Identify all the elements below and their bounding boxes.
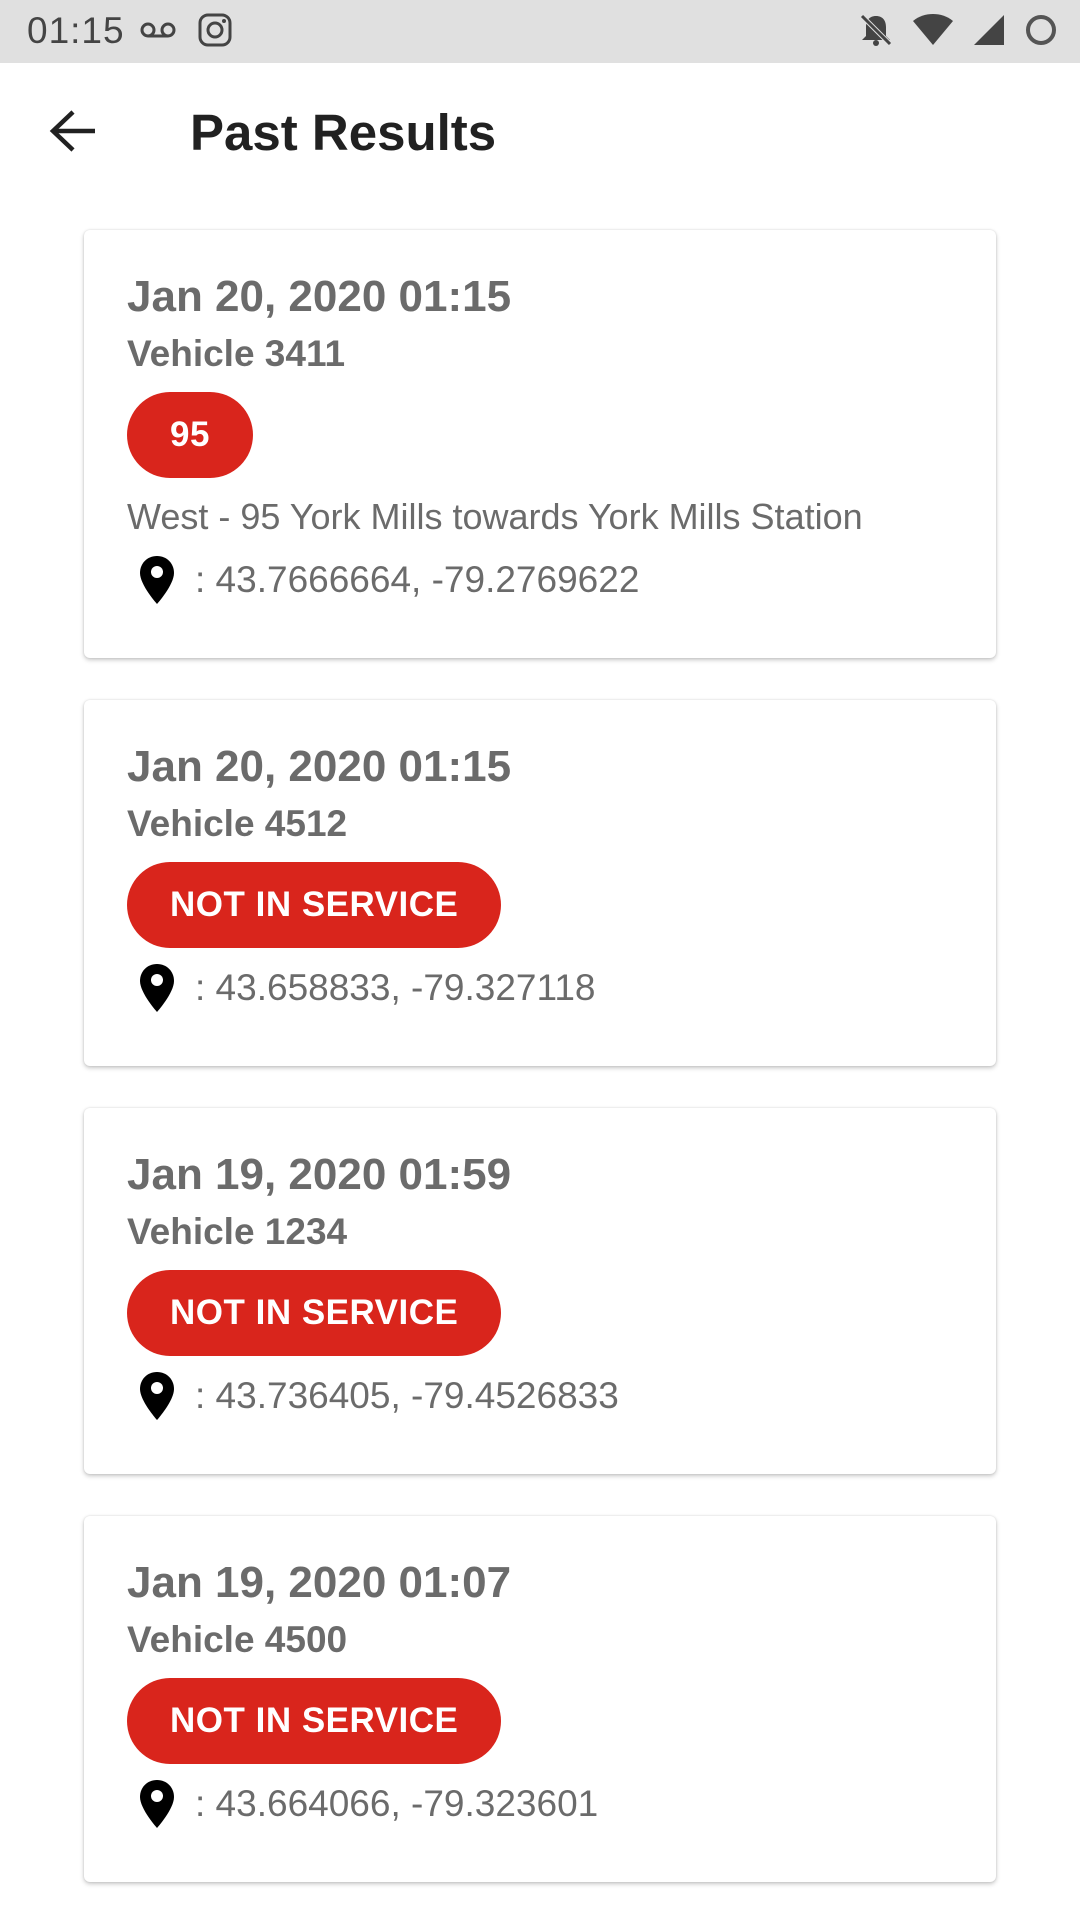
coords-row: : 43.658833, -79.327118: [127, 960, 952, 1016]
status-bar: 01:15: [0, 0, 1080, 63]
status-time: 01:15: [27, 10, 125, 51]
status-left-icons: [140, 13, 232, 52]
result-date: Jan 19, 2020 01:59: [127, 1150, 512, 1199]
route-badge: NOT IN SERVICE: [127, 1270, 502, 1356]
page-title: Past Results: [190, 104, 497, 161]
notifications-off-icon: [858, 12, 894, 53]
route-description: West - 95 York Mills towards York Mills …: [127, 496, 863, 537]
result-date: Jan 20, 2020 01:15: [127, 742, 512, 791]
result-vehicle: Vehicle 1234: [127, 1211, 348, 1252]
result-card[interactable]: Jan 19, 2020 01:59 Vehicle 1234 NOT IN S…: [84, 1108, 996, 1474]
result-vehicle: Vehicle 4512: [127, 803, 348, 844]
location-pin-icon: [133, 960, 181, 1016]
voicemail-icon: [140, 20, 176, 45]
result-card[interactable]: Jan 20, 2020 01:15 Vehicle 4512 NOT IN S…: [84, 700, 996, 1066]
result-date: Jan 19, 2020 01:07: [127, 1558, 512, 1607]
location-pin-icon: [133, 1776, 181, 1832]
coords-row: : 43.664066, -79.323601: [127, 1776, 952, 1832]
back-button[interactable]: [38, 103, 108, 163]
results-list: Jan 20, 2020 01:15 Vehicle 3411 95 West …: [84, 230, 996, 1924]
result-card[interactable]: Jan 19, 2020 01:07 Vehicle 4500 NOT IN S…: [84, 1516, 996, 1882]
result-vehicle: Vehicle 4500: [127, 1619, 348, 1660]
result-date: Jan 20, 2020 01:15: [127, 272, 512, 321]
coordinates-text: : 43.658833, -79.327118: [195, 967, 596, 1008]
route-badge: NOT IN SERVICE: [127, 1678, 502, 1764]
coords-row: : 43.736405, -79.4526833: [127, 1368, 952, 1424]
app-bar: Past Results: [0, 63, 1080, 203]
location-pin-icon: [133, 552, 181, 608]
coordinates-text: : 43.664066, -79.323601: [195, 1783, 599, 1824]
coordinates-text: : 43.7666664, -79.2769622: [195, 559, 640, 600]
cell-signal-icon: [972, 13, 1006, 52]
wifi-icon: [912, 13, 954, 52]
location-pin-icon: [133, 1368, 181, 1424]
coords-row: : 43.7666664, -79.2769622: [127, 552, 952, 608]
instagram-icon: [198, 13, 232, 52]
status-right-icons: [858, 12, 1058, 52]
result-card[interactable]: Jan 20, 2020 01:15 Vehicle 3411 95 West …: [84, 230, 996, 658]
route-badge: NOT IN SERVICE: [127, 862, 502, 948]
loading-circle-icon: [1024, 13, 1058, 52]
result-vehicle: Vehicle 3411: [127, 333, 346, 374]
arrow-back-icon: [49, 109, 97, 158]
route-badge: 95: [127, 392, 253, 478]
coordinates-text: : 43.736405, -79.4526833: [195, 1375, 619, 1416]
